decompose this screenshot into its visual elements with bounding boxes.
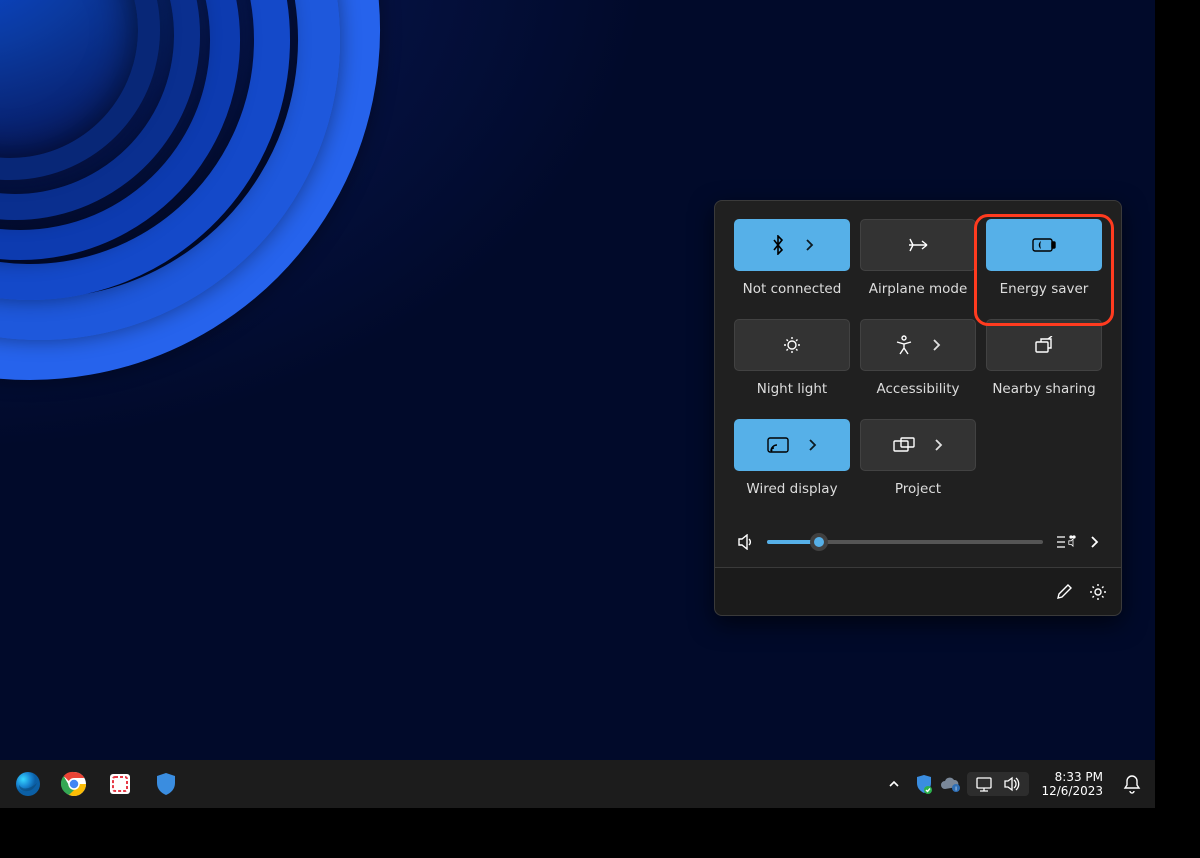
taskbar-app-snipping-tool[interactable] — [98, 764, 142, 804]
qs-label-nearby-sharing: Nearby sharing — [992, 381, 1095, 397]
qs-item-wired-display: Wired display — [733, 419, 851, 511]
volume-icon — [1003, 776, 1021, 792]
project-icon — [893, 437, 915, 453]
quick-settings-footer — [715, 567, 1121, 615]
bluetooth-icon — [770, 235, 786, 255]
qs-label-project: Project — [895, 481, 941, 497]
clock-time: 8:33 PM — [1041, 770, 1103, 784]
night-light-icon — [782, 335, 802, 355]
taskbar: i 8:33 PM 12/6/2023 — [0, 760, 1155, 808]
qs-tile-energy-saver[interactable] — [986, 219, 1102, 271]
energy-saver-icon — [1032, 237, 1056, 253]
taskbar-app-security[interactable] — [144, 764, 188, 804]
qs-item-bluetooth: Not connected — [733, 219, 851, 311]
clock-date: 12/6/2023 — [1041, 784, 1103, 798]
volume-low-icon[interactable] — [737, 534, 755, 550]
qs-tile-night-light[interactable] — [734, 319, 850, 371]
qs-label-airplane: Airplane mode — [869, 281, 968, 297]
qs-item-energy-saver: Energy saver — [985, 219, 1103, 311]
taskbar-clock[interactable]: 8:33 PM 12/6/2023 — [1035, 770, 1109, 798]
svg-text:i: i — [956, 787, 957, 793]
qs-item-nearby-sharing: Nearby sharing — [985, 319, 1103, 411]
audio-output-icon[interactable] — [1055, 533, 1077, 551]
volume-slider[interactable] — [767, 540, 1043, 544]
qs-label-energy-saver: Energy saver — [1000, 281, 1089, 297]
chevron-right-icon[interactable] — [804, 238, 814, 252]
tray-network-volume-group[interactable] — [967, 772, 1029, 796]
qs-label-bluetooth: Not connected — [743, 281, 842, 297]
qs-label-accessibility: Accessibility — [876, 381, 959, 397]
accessibility-icon — [895, 335, 913, 355]
chevron-right-icon[interactable] — [933, 438, 943, 452]
taskbar-app-edge[interactable] — [6, 764, 50, 804]
cast-icon — [767, 437, 789, 453]
settings-gear-icon[interactable] — [1089, 583, 1107, 601]
nearby-sharing-icon — [1034, 336, 1054, 354]
tray-overflow-chevron[interactable] — [879, 764, 909, 804]
qs-item-accessibility: Accessibility — [859, 319, 977, 411]
volume-row — [733, 511, 1103, 567]
qs-tile-project[interactable] — [860, 419, 976, 471]
qs-tile-wired-display[interactable] — [734, 419, 850, 471]
quick-settings-panel: Not connected Airplane mode Energy saver — [714, 200, 1122, 616]
qs-item-night-light: Night light — [733, 319, 851, 411]
qs-tile-airplane[interactable] — [860, 219, 976, 271]
airplane-icon — [907, 235, 929, 255]
network-icon — [975, 776, 993, 792]
qs-label-wired-display: Wired display — [746, 481, 837, 497]
tray-onedrive-icon[interactable]: i — [939, 776, 961, 792]
chevron-right-icon[interactable] — [807, 438, 817, 452]
qs-tile-nearby-sharing[interactable] — [986, 319, 1102, 371]
taskbar-app-chrome[interactable] — [52, 764, 96, 804]
qs-tile-bluetooth[interactable] — [734, 219, 850, 271]
qs-label-night-light: Night light — [757, 381, 827, 397]
edit-icon[interactable] — [1055, 583, 1073, 601]
qs-tile-accessibility[interactable] — [860, 319, 976, 371]
chevron-right-icon[interactable] — [1089, 535, 1099, 549]
notifications-button[interactable] — [1115, 764, 1149, 804]
tray-security-icon[interactable] — [915, 774, 933, 794]
chevron-right-icon[interactable] — [931, 338, 941, 352]
qs-item-airplane: Airplane mode — [859, 219, 977, 311]
quick-settings-grid: Not connected Airplane mode Energy saver — [733, 219, 1103, 511]
qs-item-project: Project — [859, 419, 977, 511]
